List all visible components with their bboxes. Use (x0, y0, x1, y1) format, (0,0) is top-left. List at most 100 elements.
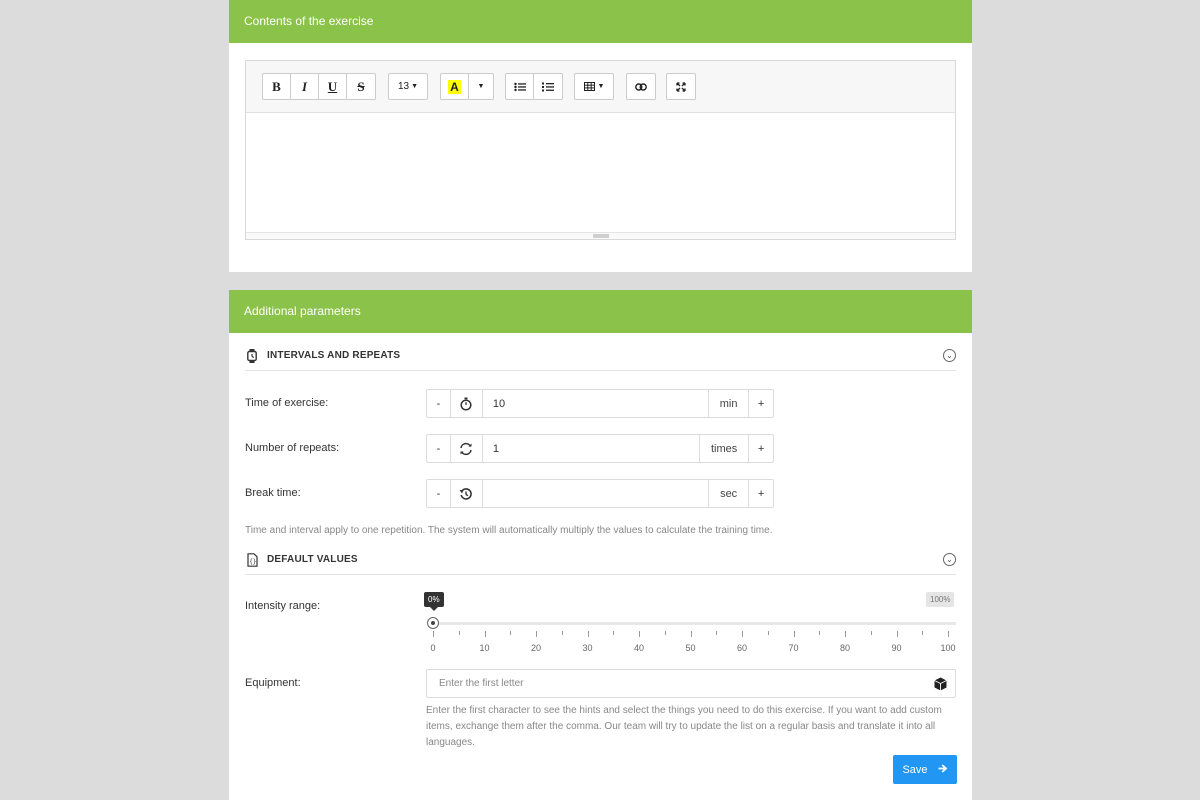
stopwatch-icon (451, 390, 483, 417)
history-icon (451, 480, 483, 507)
slider-tick (536, 631, 537, 637)
equipment-label: Equipment: (245, 677, 301, 689)
increment-button[interactable]: + (749, 480, 773, 507)
intensity-slider-track[interactable] (432, 622, 956, 625)
italic-button[interactable]: I (291, 74, 319, 99)
stopwatch-icon (245, 348, 259, 363)
decrement-button[interactable]: - (427, 390, 451, 417)
time-of-exercise-stepper: - 10 min + (426, 389, 774, 418)
slider-tick-label: 80 (839, 643, 850, 653)
chevron-down-icon[interactable]: ⌄ (943, 349, 956, 362)
panel-title: Contents of the exercise (229, 0, 972, 43)
chevron-down-icon[interactable]: ⌄ (943, 553, 956, 566)
exercise-contents-panel: Contents of the exercise B I U S 13 ▼ A ▼ (229, 0, 972, 272)
number-of-repeats-stepper: - 1 times + (426, 434, 774, 463)
fullscreen-button[interactable] (667, 74, 695, 99)
break-time-input[interactable] (483, 480, 710, 507)
svg-text:{}: {} (249, 558, 256, 565)
slider-tick-label: 30 (582, 643, 593, 653)
fullscreen-group (666, 73, 696, 100)
slider-tick (664, 631, 666, 635)
numbered-list-icon (542, 82, 554, 91)
unit-label: times (700, 435, 750, 462)
intensity-range-label: Intensity range: (245, 600, 321, 612)
save-button[interactable]: Save (893, 755, 957, 784)
color-group: A ▼ (440, 73, 494, 100)
slider-tick-label: 50 (685, 643, 696, 653)
font-size-group: 13 ▼ (388, 73, 428, 100)
slider-tick-label: 90 (891, 643, 902, 653)
slider-tick-label: 70 (788, 643, 799, 653)
code-file-icon: {} (245, 552, 259, 567)
unit-label: min (709, 390, 750, 417)
rich-text-editor: B I U S 13 ▼ A ▼ ▼ (245, 60, 956, 240)
intervals-help-text: Time and interval apply to one repetitio… (245, 525, 773, 536)
slider-tick (767, 631, 769, 635)
increment-button[interactable]: + (749, 390, 773, 417)
highlight-color-button[interactable]: A (441, 74, 469, 99)
slider-tick (484, 631, 486, 637)
slider-tick-label: 40 (633, 643, 644, 653)
slider-tick-label: 100 (940, 643, 956, 653)
intensity-slider-handle[interactable] (427, 617, 439, 629)
panel-title: Additional parameters (229, 290, 972, 333)
save-button-label: Save (902, 763, 928, 776)
editor-toolbar: B I U S 13 ▼ A ▼ ▼ (246, 61, 955, 113)
time-of-exercise-label: Time of exercise: (245, 397, 329, 409)
slider-tick-label: 10 (479, 643, 490, 653)
number-of-repeats-label: Number of repeats: (245, 442, 340, 454)
slider-tick (613, 631, 615, 635)
equipment-input[interactable] (439, 678, 919, 689)
slider-tick (561, 631, 563, 635)
default-values-section-header[interactable]: {} DEFAULT VALUES ⌄ (245, 545, 956, 575)
slider-tick (690, 631, 692, 637)
decrement-button[interactable]: - (427, 435, 451, 462)
slider-tick (870, 631, 872, 635)
unordered-list-button[interactable] (506, 74, 534, 99)
section-title: DEFAULT VALUES (267, 554, 358, 565)
slider-tick (896, 631, 898, 637)
color-dropdown-caret[interactable]: ▼ (469, 74, 493, 99)
resize-grip[interactable] (593, 234, 609, 238)
time-of-exercise-input[interactable]: 10 (483, 390, 710, 417)
slider-tick (793, 631, 795, 637)
slider-tick (458, 631, 460, 635)
slider-tick (716, 631, 718, 635)
slider-tick-label: 60 (736, 643, 747, 653)
bold-button[interactable]: B (263, 74, 291, 99)
slider-tick (433, 631, 434, 637)
intervals-section-header[interactable]: INTERVALS AND REPEATS ⌄ (245, 341, 956, 371)
section-title: INTERVALS AND REPEATS (267, 350, 401, 361)
underline-button[interactable]: U (319, 74, 347, 99)
slider-tick (639, 631, 640, 637)
table-dropdown[interactable]: ▼ (575, 74, 613, 99)
table-group: ▼ (574, 73, 614, 100)
editor-text-area[interactable] (246, 113, 955, 233)
unit-label: sec (709, 480, 750, 507)
break-time-stepper: - sec + (426, 479, 774, 508)
slider-tick (742, 631, 743, 637)
increment-button[interactable]: + (749, 435, 773, 462)
arrow-right-icon (938, 763, 948, 776)
number-of-repeats-input[interactable]: 1 (483, 435, 701, 462)
link-icon (635, 82, 647, 91)
ordered-list-button[interactable] (534, 74, 562, 99)
slider-tick (845, 631, 846, 637)
link-group (626, 73, 656, 100)
slider-tick (587, 631, 589, 637)
slider-tick (922, 631, 924, 635)
slider-tick-label: 20 (530, 643, 541, 653)
font-size-dropdown[interactable]: 13 ▼ (389, 74, 427, 99)
text-style-group: B I U S (262, 73, 376, 100)
break-time-label: Break time: (245, 487, 301, 499)
slider-value-tooltip: 0% (424, 592, 444, 611)
bullet-list-icon (513, 82, 526, 91)
slider-tick (819, 631, 821, 635)
equipment-field (426, 669, 956, 698)
insert-link-button[interactable] (627, 74, 655, 99)
decrement-button[interactable]: - (427, 480, 451, 507)
slider-max-badge: 100% (926, 592, 955, 607)
strikethrough-button[interactable]: S (347, 74, 375, 99)
editor-resize-handle[interactable] (246, 232, 955, 239)
list-group (505, 73, 563, 100)
